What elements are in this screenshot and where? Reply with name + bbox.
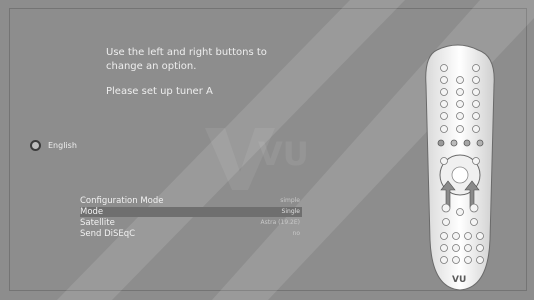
menu-row-label: Mode (80, 207, 104, 217)
menu-row-value: no (292, 230, 300, 237)
menu-row-label: Configuration Mode (80, 196, 164, 206)
tuner-prompt: Please set up tuner A (106, 86, 213, 97)
setup-screen: VU Use the left and right buttons to cha… (0, 0, 534, 300)
remote-brand-logo: VU (452, 275, 466, 285)
menu-row-label: Satellite (80, 218, 115, 228)
menu-row-value: simple (280, 197, 300, 204)
menu-row-mode[interactable]: Mode Single (80, 207, 302, 217)
menu-row-send-diseqc[interactable]: Send DiSEqC no (80, 229, 302, 239)
language-selector[interactable]: English (30, 140, 77, 151)
help-text: Use the left and right buttons to change… (106, 47, 267, 72)
menu-row-value: Single (281, 208, 300, 215)
menu-row-configuration-mode[interactable]: Configuration Mode simple (80, 196, 302, 206)
menu-row-value: Astra (19.2E) (260, 219, 300, 226)
tuner-config-menu: Configuration Mode simple Mode Single Sa… (80, 196, 302, 240)
language-radio-icon (30, 140, 41, 151)
menu-row-label: Send DiSEqC (80, 229, 136, 239)
watermark-logo: VU (258, 135, 309, 173)
remote-control-icon: VU (425, 44, 495, 291)
language-label: English (48, 141, 77, 150)
menu-row-satellite[interactable]: Satellite Astra (19.2E) (80, 218, 302, 228)
